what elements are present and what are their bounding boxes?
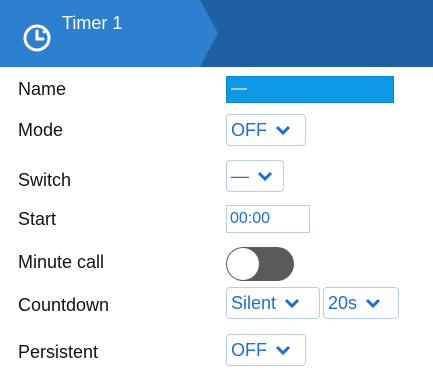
- mode-select[interactable]: OFF: [226, 114, 306, 146]
- start-time-input[interactable]: 00:00: [226, 205, 310, 233]
- switch-label: Switch: [18, 170, 72, 190]
- timer-icon: [22, 23, 52, 53]
- countdown-label: Countdown: [18, 295, 110, 315]
- mode-label: Mode: [18, 120, 64, 140]
- chevron-down-icon: [257, 171, 273, 182]
- minute-call-toggle[interactable]: [226, 247, 294, 281]
- toggle-knob: [227, 248, 259, 280]
- countdown-duration-select[interactable]: 20s: [323, 287, 399, 319]
- minute-call-label: Minute call: [18, 252, 105, 272]
- countdown-select[interactable]: Silent: [226, 287, 320, 319]
- persistent-select[interactable]: OFF: [226, 334, 306, 366]
- header-bar: Timer 1: [0, 0, 433, 67]
- name-field[interactable]: —: [226, 76, 394, 103]
- switch-select[interactable]: —: [226, 160, 284, 192]
- chevron-down-icon: [284, 298, 300, 309]
- persistent-label: Persistent: [18, 342, 99, 362]
- switch-value: —: [231, 166, 249, 186]
- countdown-duration-value: 20s: [328, 293, 358, 313]
- name-label: Name: [18, 79, 67, 99]
- persistent-value: OFF: [231, 340, 267, 360]
- page-title: Timer 1: [62, 13, 123, 33]
- mode-value: OFF: [231, 120, 267, 140]
- chevron-down-icon: [275, 345, 291, 356]
- chevron-down-icon: [365, 298, 381, 309]
- start-label: Start: [18, 209, 57, 229]
- chevron-down-icon: [275, 125, 291, 136]
- countdown-value: Silent: [231, 293, 277, 313]
